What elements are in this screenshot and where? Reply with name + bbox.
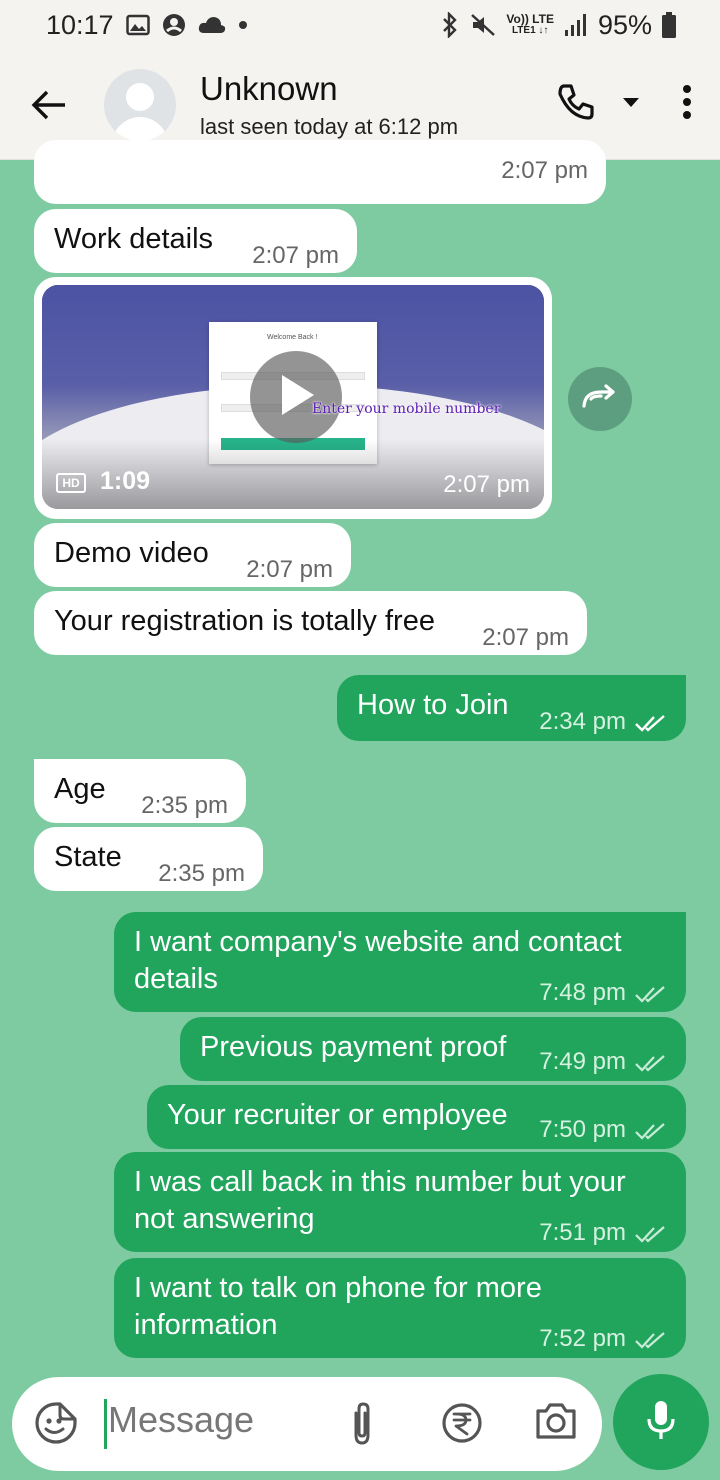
message-time: 7:48 pm xyxy=(539,979,626,1006)
video-overlay-text: Enter your mobile number xyxy=(312,401,501,417)
voice-call-button[interactable] xyxy=(556,82,596,127)
avatar[interactable] xyxy=(104,68,176,141)
cloud-icon xyxy=(198,15,226,35)
delivered-receipt-icon xyxy=(634,1324,668,1361)
back-arrow-icon[interactable] xyxy=(24,80,74,130)
message-time: 7:51 pm xyxy=(539,1219,626,1246)
phone-icon xyxy=(556,82,596,127)
image-icon xyxy=(125,14,150,36)
message-text-line1: I want company's website and contact xyxy=(134,926,622,958)
message-text: State xyxy=(54,841,122,873)
delivered-receipt-icon xyxy=(634,978,668,1015)
message-bubble-outgoing[interactable]: I want to talk on phone for more informa… xyxy=(114,1258,686,1358)
notification-dot-icon xyxy=(238,20,248,30)
message-time: 2:07 pm xyxy=(246,556,333,583)
message-time: 2:07 pm xyxy=(252,242,339,269)
message-bubble-incoming[interactable]: State 2:35 pm xyxy=(34,827,263,891)
message-text-line1: I want to talk on phone for more xyxy=(134,1272,542,1304)
message-bubble-outgoing[interactable]: I want company's website and contact det… xyxy=(114,912,686,1012)
message-text-line1: I was call back in this number but your xyxy=(134,1166,626,1198)
message-text: Work details xyxy=(54,223,214,255)
bluetooth-icon xyxy=(440,12,460,38)
message-text-line2: information xyxy=(134,1309,278,1341)
forward-button[interactable] xyxy=(568,367,632,431)
call-options-dropdown[interactable] xyxy=(622,96,640,114)
message-time: 2:07 pm xyxy=(482,624,569,651)
message-time: 7:50 pm xyxy=(539,1116,626,1143)
caret-down-icon xyxy=(622,96,640,114)
message-time: 2:35 pm xyxy=(158,860,245,887)
message-text: How to Join xyxy=(357,689,509,721)
message-text: Your registration is totally free xyxy=(54,605,435,637)
video-thumbnail[interactable]: Welcome Back ! Enter your mobile number … xyxy=(42,285,544,509)
status-time: 10:17 xyxy=(46,9,114,40)
play-icon xyxy=(276,373,316,422)
message-composer[interactable]: Message xyxy=(12,1377,602,1471)
text-cursor xyxy=(104,1399,107,1449)
message-time: 7:52 pm xyxy=(539,1325,626,1352)
message-time: 7:49 pm xyxy=(539,1048,626,1075)
account-icon xyxy=(162,13,186,37)
microphone-icon xyxy=(645,1399,677,1446)
message-time: 2:07 pm xyxy=(501,157,588,184)
message-bubble-incoming[interactable]: Your registration is totally free 2:07 p… xyxy=(34,591,587,655)
message-bubble-outgoing[interactable]: How to Join 2:34 pm xyxy=(337,675,686,741)
message-text: Demo video xyxy=(54,537,209,569)
thumbnail-title: Welcome Back ! xyxy=(267,334,318,341)
message-bubble-incoming[interactable]: Age 2:35 pm xyxy=(34,759,246,823)
delivered-receipt-icon xyxy=(634,1047,668,1084)
video-message[interactable]: Welcome Back ! Enter your mobile number … xyxy=(34,277,552,519)
read-receipt-icon xyxy=(634,707,668,744)
message-time: 2:07 pm xyxy=(443,471,530,498)
camera-icon[interactable] xyxy=(534,1401,578,1446)
message-input[interactable]: Message xyxy=(108,1399,254,1441)
mute-icon xyxy=(470,13,496,37)
avatar-body xyxy=(112,116,168,141)
message-time: 2:34 pm xyxy=(539,708,626,735)
hd-badge: HD xyxy=(56,473,86,493)
message-bubble-outgoing[interactable]: I was call back in this number but your … xyxy=(114,1152,686,1252)
message-time: 2:35 pm xyxy=(141,792,228,819)
status-bar: 10:17 Vo)) LTE LTE1 ↓↑ 95% xyxy=(0,0,720,50)
message-bubble-incoming[interactable]: Work details 2:07 pm xyxy=(34,209,357,273)
contact-info[interactable]: Unknown last seen today at 6:12 pm xyxy=(200,70,458,140)
battery-icon xyxy=(662,12,676,38)
message-text: Previous payment proof xyxy=(200,1031,507,1063)
message-text-line2: not answering xyxy=(134,1203,315,1235)
message-text: Your recruiter or employee xyxy=(167,1099,508,1131)
message-bubble-outgoing[interactable]: Previous payment proof 7:49 pm xyxy=(180,1017,686,1081)
sticker-emoji-icon[interactable] xyxy=(34,1401,78,1450)
play-button[interactable] xyxy=(250,351,342,443)
delivered-receipt-icon xyxy=(634,1218,668,1255)
contact-name: Unknown xyxy=(200,69,338,107)
message-bubble-incoming[interactable]: 2:07 pm xyxy=(34,140,606,204)
rupee-payment-icon[interactable] xyxy=(440,1401,484,1450)
forward-icon xyxy=(581,383,619,415)
more-options-button[interactable] xyxy=(682,84,692,125)
message-bubble-outgoing[interactable]: Your recruiter or employee 7:50 pm xyxy=(147,1085,686,1149)
battery-percent: 95% xyxy=(597,9,652,40)
network-indicator: Vo)) LTE LTE1 ↓↑ xyxy=(506,12,554,36)
delivered-receipt-icon xyxy=(634,1115,668,1152)
message-text-line2: details xyxy=(134,963,218,995)
voice-record-button[interactable] xyxy=(613,1374,709,1470)
chat-area[interactable]: 2:07 pm Work details 2:07 pm Welcome Bac… xyxy=(0,140,720,1370)
message-text: Age xyxy=(54,773,106,805)
signal-icon xyxy=(564,13,588,37)
more-vert-icon xyxy=(682,84,692,125)
message-bubble-incoming[interactable]: Demo video 2:07 pm xyxy=(34,523,351,587)
last-seen: last seen today at 6:12 pm xyxy=(200,113,459,139)
video-duration: 1:09 xyxy=(100,467,151,495)
avatar-head xyxy=(126,82,154,111)
attach-icon[interactable] xyxy=(344,1401,380,1452)
